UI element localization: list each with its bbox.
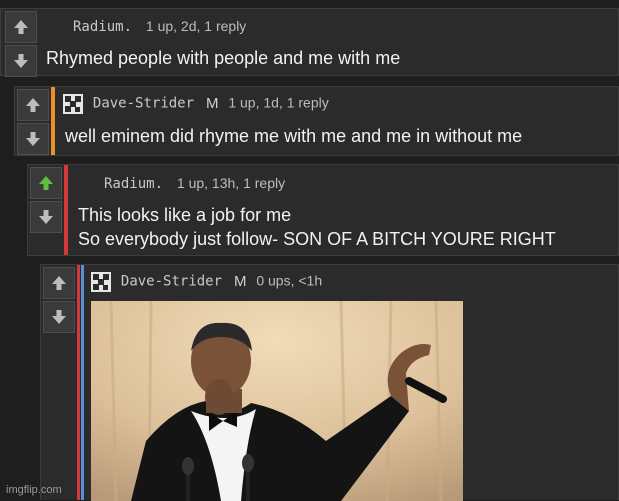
arrow-up-icon xyxy=(52,276,66,290)
comment-meta: Radium. 1 up, 2d, 1 reply xyxy=(73,18,246,35)
arrow-down-icon xyxy=(52,310,66,324)
thread-accent-bar xyxy=(64,165,68,255)
comment-2: Dave-Strider M 1 up, 1d, 1 reply well em… xyxy=(14,86,619,156)
avatar[interactable] xyxy=(63,94,83,114)
arrow-down-icon xyxy=(26,132,40,146)
comment-text: This looks like a job for me So everybod… xyxy=(78,203,556,251)
upvote-button[interactable] xyxy=(30,167,62,199)
comment-line: Rhymed people with people and me with me xyxy=(46,48,401,68)
arrow-up-icon xyxy=(39,176,53,190)
arrow-down-icon xyxy=(39,210,53,224)
comment-stats: 0 ups, <1h xyxy=(256,272,323,289)
comment-stats: 1 up, 13h, 1 reply xyxy=(176,175,286,191)
comment-3: Radium. 1 up, 13h, 1 reply This looks li… xyxy=(27,164,619,256)
downvote-button[interactable] xyxy=(43,301,75,333)
arrow-up-icon xyxy=(26,98,40,112)
comment-meta: Dave-Strider M 1 up, 1d, 1 reply xyxy=(63,94,329,114)
downvote-button[interactable] xyxy=(17,123,49,155)
thread-accent-bar xyxy=(51,87,55,155)
comment-text: Rhymed people with people and me with me xyxy=(46,46,400,70)
comment-stats: 1 up, 1d, 1 reply xyxy=(228,94,329,111)
username[interactable]: Radium. xyxy=(73,19,132,35)
username[interactable]: Dave-Strider xyxy=(121,274,222,290)
avatar[interactable] xyxy=(91,272,111,292)
arrow-up-icon xyxy=(14,20,28,34)
username[interactable]: Dave-Strider xyxy=(93,96,194,112)
thread-accent-bar-blue xyxy=(81,265,84,500)
comment-stats: 1 up, 2d, 1 reply xyxy=(145,18,247,34)
comment-4: Dave-Strider M 0 ups, <1h xyxy=(40,264,619,501)
mod-badge: M xyxy=(205,94,219,112)
username[interactable]: Radium. xyxy=(104,176,163,192)
downvote-button[interactable] xyxy=(5,45,37,77)
upvote-button[interactable] xyxy=(17,89,49,121)
upvote-button[interactable] xyxy=(43,267,75,299)
comment-text: well eminem did rhyme me with me and me … xyxy=(65,124,522,148)
arrow-down-icon xyxy=(14,54,28,68)
comment-meta: Dave-Strider M 0 ups, <1h xyxy=(91,272,322,292)
comment-1: Radium. 1 up, 2d, 1 reply Rhymed people … xyxy=(0,8,619,77)
comment-line: well eminem did rhyme me with me and me … xyxy=(65,126,523,146)
comment-image[interactable] xyxy=(91,301,463,501)
upvote-button[interactable] xyxy=(5,11,37,43)
comment-line: This looks like a job for me xyxy=(78,205,292,225)
downvote-button[interactable] xyxy=(30,201,62,233)
thread-accent-bar-red xyxy=(77,265,80,500)
comment-line: So everybody just follow- SON OF A BITCH… xyxy=(78,229,556,249)
mod-badge: M xyxy=(233,272,247,290)
comment-meta: Radium. 1 up, 13h, 1 reply xyxy=(104,175,285,192)
watermark: imgflip.com xyxy=(6,484,62,496)
